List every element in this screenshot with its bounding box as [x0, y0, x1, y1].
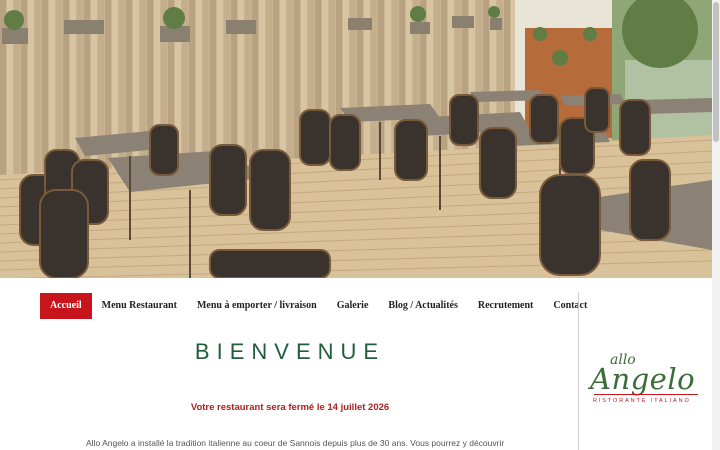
page-scrollbar[interactable] [712, 0, 720, 450]
main-navigation: Accueil Menu Restaurant Menu à emporter … [40, 293, 597, 319]
nav-item-galerie[interactable]: Galerie [327, 293, 379, 319]
restaurant-terrace-photo [0, 0, 712, 278]
hero-photo [0, 0, 712, 278]
page-title: BIENVENUE [194, 339, 386, 364]
sidebar-divider [578, 292, 579, 450]
nav-item-recrutement[interactable]: Recrutement [468, 293, 544, 319]
intro-paragraph: Allo Angelo a installé la tradition ital… [86, 438, 505, 448]
nav-item-blog[interactable]: Blog / Actualités [378, 293, 467, 319]
logo-underline [594, 394, 698, 395]
scrollbar-thumb[interactable] [713, 2, 719, 142]
nav-item-accueil[interactable]: Accueil [40, 293, 92, 319]
nav-item-contact[interactable]: Contact [543, 293, 597, 319]
logo-angelo-text: Angelo [590, 362, 696, 396]
restaurant-logo[interactable]: allo Angelo RISTORANTE ITALIANO [586, 350, 706, 410]
closure-notice: Votre restaurant sera fermé le 14 juille… [190, 402, 390, 413]
nav-item-menu-restaurant[interactable]: Menu Restaurant [92, 293, 187, 319]
logo-subtitle: RISTORANTE ITALIANO [593, 398, 691, 404]
nav-item-menu-emporter[interactable]: Menu à emporter / livraison [187, 293, 327, 319]
